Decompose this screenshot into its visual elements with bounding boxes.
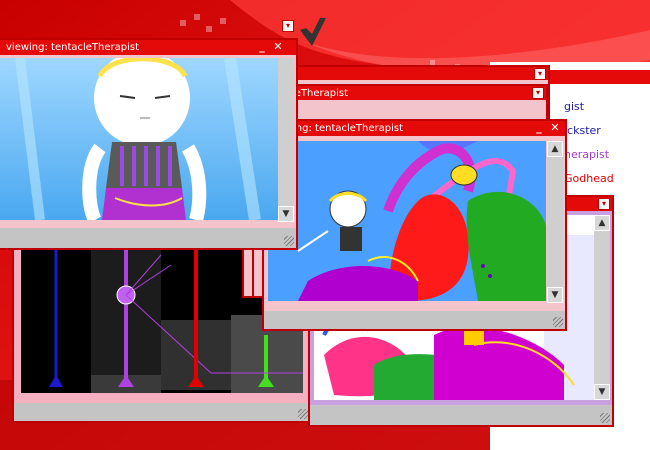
scroll-down-button[interactable]: ▼ <box>594 384 610 400</box>
main-viewer-window[interactable]: viewing: tentacleTherapist _ ✕ ▼ <box>0 38 298 250</box>
menu-button[interactable]: ▾ <box>282 20 294 32</box>
scrollbar[interactable]: ▲ ▼ <box>547 141 563 303</box>
scroll-down-button[interactable]: ▼ <box>547 287 563 303</box>
contact-label: ickster <box>564 124 601 137</box>
contact-item[interactable]: herapist <box>564 148 609 161</box>
chumroll-header: ll <box>540 70 650 84</box>
window-titlebar[interactable]: viewing: tentacleTherapist <box>264 121 565 136</box>
status-bar <box>310 405 612 425</box>
close-button[interactable]: ✕ <box>549 122 561 134</box>
close-button[interactable]: ✕ <box>272 41 284 53</box>
scroll-up-button[interactable]: ▲ <box>594 215 610 231</box>
status-bar <box>14 403 310 421</box>
contact-item[interactable]: ickster <box>564 124 601 137</box>
window-titlebar[interactable]: viewing: tentacleTherapist <box>0 40 296 55</box>
contact-label: Godhead <box>564 172 614 185</box>
contact-item[interactable]: gist <box>564 100 584 113</box>
menu-button[interactable]: ▾ <box>598 198 610 210</box>
scroll-down-button[interactable]: ▼ <box>278 206 294 222</box>
front-viewer-window[interactable]: viewing: tentacleTherapist _ ✕ ▲ ▼ <box>262 119 567 331</box>
scroll-up-button[interactable]: ▲ <box>547 141 563 157</box>
contact-item[interactable]: Godhead <box>564 172 614 185</box>
minimize-button[interactable]: _ <box>256 41 268 53</box>
status-bar <box>264 311 565 329</box>
menu-button[interactable]: ▾ <box>534 68 546 80</box>
menu-button[interactable]: ▾ <box>532 87 544 99</box>
artwork-image <box>268 141 546 301</box>
resize-grip[interactable] <box>600 413 610 423</box>
contact-label: gist <box>564 100 585 113</box>
window-title: viewing: tentacleTherapist <box>6 42 140 53</box>
scrollbar[interactable]: ▲ ▼ <box>594 215 610 400</box>
contact-label: herapist <box>564 148 610 161</box>
minimize-button[interactable]: _ <box>533 122 545 134</box>
artwork-image <box>0 58 280 220</box>
resize-grip[interactable] <box>284 236 294 246</box>
resize-grip[interactable] <box>553 317 563 327</box>
scrollbar[interactable]: ▼ <box>278 58 294 222</box>
resize-grip[interactable] <box>298 409 308 419</box>
status-bar <box>0 228 296 248</box>
